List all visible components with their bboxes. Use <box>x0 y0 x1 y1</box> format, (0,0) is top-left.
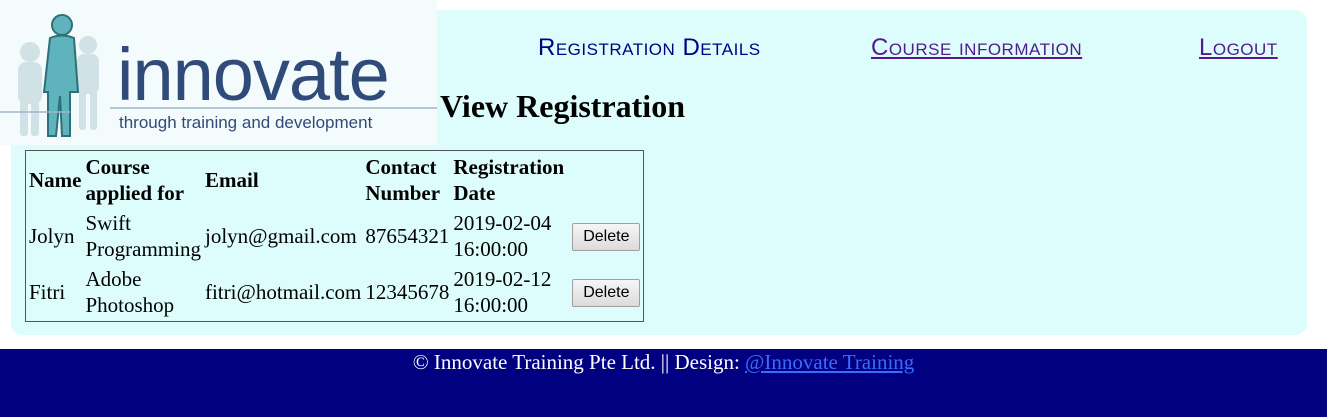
cell-date-day: 2019-02-12 <box>453 267 552 291</box>
header-course: Course applied for <box>84 153 202 207</box>
cell-action: Delete <box>567 209 641 263</box>
brand-tagline: through training and development <box>119 113 373 132</box>
table-header-row: Name Course applied for Email Contact Nu… <box>28 153 641 207</box>
cell-date: 2019-02-04 16:00:00 <box>452 209 565 263</box>
table-row: Fitri Adobe Photoshop fitri@hotmail.com … <box>28 265 641 319</box>
nav-logout[interactable]: Logout <box>1199 34 1278 62</box>
delete-button[interactable]: Delete <box>572 223 641 251</box>
cell-date-day: 2019-02-04 <box>453 211 552 235</box>
header-contact-line2: Number <box>365 181 441 205</box>
footer-copyright: © Innovate Training Pte Ltd. || Design: <box>412 350 746 374</box>
brand-name: innovate <box>117 33 390 116</box>
cell-action: Delete <box>567 265 641 319</box>
header-name: Name <box>29 168 82 192</box>
header-contact: Contact Number <box>364 153 450 207</box>
cell-date-time: 16:00:00 <box>453 293 529 317</box>
header-course-line1: Course <box>85 155 150 179</box>
header-course-line2: applied for <box>85 181 185 205</box>
cell-course-line2: Programming <box>85 237 201 261</box>
header-email: Email <box>204 168 259 192</box>
cell-date: 2019-02-12 16:00:00 <box>452 265 565 319</box>
delete-button[interactable]: Delete <box>572 279 641 307</box>
header-date-line2: Date <box>453 181 496 205</box>
header-action <box>567 153 641 207</box>
page-title: View Registration <box>440 88 685 124</box>
header-contact-line1: Contact <box>365 155 437 179</box>
header-date: Registration Date <box>452 153 565 207</box>
cell-contact: 12345678 <box>365 280 450 304</box>
cell-course: Adobe Photoshop <box>84 265 202 319</box>
footer-design-link[interactable]: @Innovate Training <box>745 350 914 374</box>
table-row: Jolyn Swift Programming jolyn@gmail.com … <box>28 209 641 263</box>
cell-course-line1: Adobe <box>85 267 142 291</box>
cell-course-line2: Photoshop <box>85 293 175 317</box>
cell-course-line1: Swift <box>85 211 131 235</box>
cell-course: Swift Programming <box>84 209 202 263</box>
nav-course-information[interactable]: Course information <box>871 34 1082 62</box>
cell-email: jolyn@gmail.com <box>204 224 357 248</box>
logo: innovate through training and developmen… <box>0 0 437 145</box>
cell-name: Fitri <box>29 280 66 304</box>
nav-registration-details[interactable]: Registration Details <box>538 34 761 62</box>
registration-table: Name Course applied for Email Contact Nu… <box>25 150 645 322</box>
cell-name: Jolyn <box>29 224 75 248</box>
cell-date-time: 16:00:00 <box>453 237 529 261</box>
page: innovate through training and developmen… <box>0 0 1327 417</box>
cell-email: fitri@hotmail.com <box>204 280 362 304</box>
cell-contact: 87654321 <box>365 224 450 248</box>
header-date-line1: Registration <box>453 155 565 179</box>
footer: © Innovate Training Pte Ltd. || Design: … <box>0 349 1327 417</box>
